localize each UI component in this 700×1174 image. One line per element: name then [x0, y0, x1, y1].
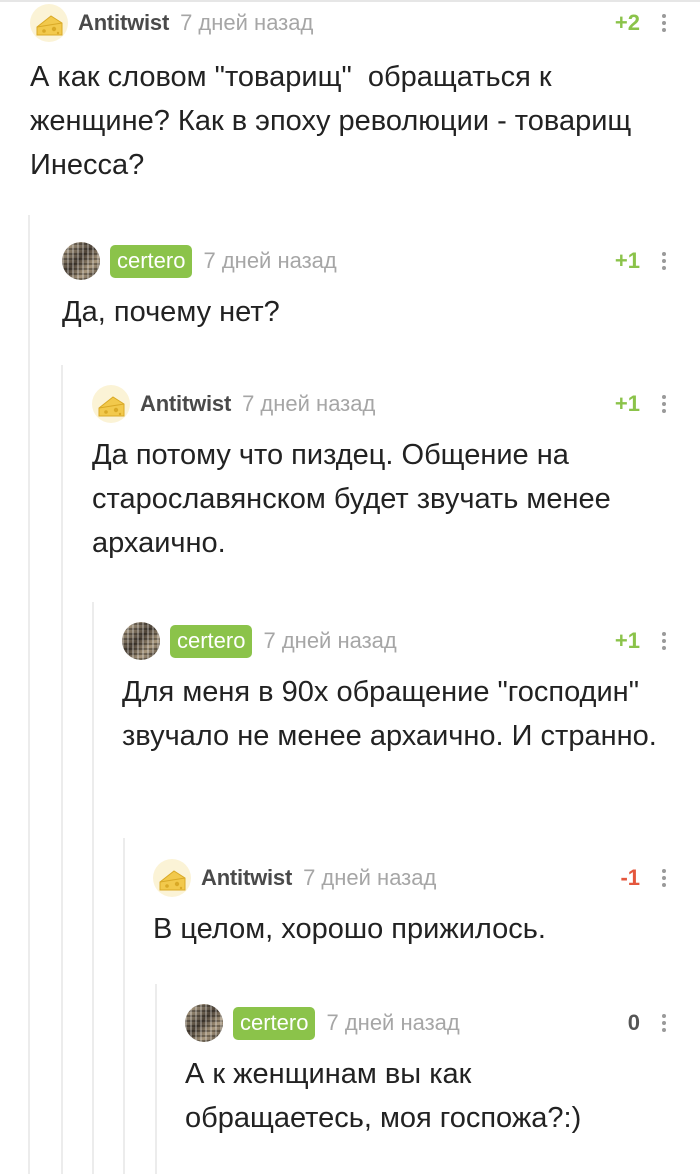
vertical-dots-icon[interactable] — [662, 14, 666, 33]
comment-text: В целом, хорошо прижилось. — [153, 913, 546, 945]
comment: certero 7 дней назад 0 А к женщинам вы к… — [185, 1000, 700, 1140]
comment-text: А к женщинам вы как обращаетесь, моя гос… — [185, 1058, 582, 1134]
thread-branch-line — [92, 602, 94, 1174]
vertical-dots-icon[interactable] — [662, 395, 666, 414]
cheese-icon — [98, 396, 125, 417]
comment-text: Для меня в 90х обращение "господин" звуч… — [122, 676, 657, 752]
comment-rating: +1 — [614, 628, 640, 653]
comment-time[interactable]: 7 дней назад — [203, 248, 336, 274]
comment-text: Да, почему нет? — [62, 296, 280, 328]
thread-branch-line — [28, 215, 30, 1174]
comment: Antitwist 7 дней назад -1 В целом, хорош… — [153, 855, 700, 951]
comment: Antitwist 7 дней назад +2 А как словом "… — [30, 0, 700, 187]
comment-header: certero 7 дней назад 0 — [185, 1000, 700, 1046]
author-name[interactable]: Antitwist — [140, 391, 231, 417]
comment-header: Antitwist 7 дней назад +1 — [92, 381, 700, 427]
author-name[interactable]: certero — [110, 244, 193, 278]
comment-header: Antitwist 7 дней назад +2 — [30, 0, 700, 46]
comment: certero 7 дней назад +1 Для меня в 90х о… — [122, 618, 700, 758]
comment: certero 7 дней назад +1 Да, почему нет? — [62, 238, 700, 334]
thread-branch-line — [155, 984, 157, 1174]
user-avatar[interactable] — [153, 859, 191, 897]
comment-rating: +2 — [614, 10, 640, 35]
comment-text: Да потому что пиздец. Общение на старосл… — [92, 439, 619, 559]
comment-rating: 0 — [627, 1010, 640, 1035]
comment-time[interactable]: 7 дней назад — [303, 865, 436, 891]
vertical-dots-icon[interactable] — [662, 632, 666, 651]
vertical-dots-icon[interactable] — [662, 1014, 666, 1033]
comment-text: А как словом "товарищ" обращаться к женщ… — [30, 61, 640, 181]
user-avatar[interactable] — [185, 1004, 223, 1042]
comment-time[interactable]: 7 дней назад — [180, 10, 313, 36]
comment-header: Antitwist 7 дней назад -1 — [153, 855, 700, 901]
comment-rating: +1 — [614, 248, 640, 273]
author-name[interactable]: Antitwist — [201, 865, 292, 891]
cheese-icon — [159, 870, 186, 891]
thread-branch-line — [123, 838, 125, 1174]
vertical-dots-icon[interactable] — [662, 252, 666, 271]
user-avatar[interactable] — [92, 385, 130, 423]
user-avatar[interactable] — [62, 242, 100, 280]
vertical-dots-icon[interactable] — [662, 869, 666, 888]
comment-time[interactable]: 7 дней назад — [242, 391, 375, 417]
comment-header: certero 7 дней назад +1 — [62, 238, 700, 284]
comment-rating: -1 — [620, 865, 640, 890]
comment: Antitwist 7 дней назад +1 Да потому что … — [92, 381, 700, 565]
cheese-icon — [36, 15, 63, 36]
author-name[interactable]: Antitwist — [78, 10, 169, 36]
comment-time[interactable]: 7 дней назад — [263, 628, 396, 654]
user-avatar[interactable] — [122, 622, 160, 660]
author-name[interactable]: certero — [170, 624, 253, 658]
comment-time[interactable]: 7 дней назад — [326, 1010, 459, 1036]
comment-header: certero 7 дней назад +1 — [122, 618, 700, 664]
comment-rating: +1 — [614, 391, 640, 416]
thread-branch-line — [61, 365, 63, 1174]
user-avatar[interactable] — [30, 4, 68, 42]
author-name[interactable]: certero — [233, 1006, 316, 1040]
